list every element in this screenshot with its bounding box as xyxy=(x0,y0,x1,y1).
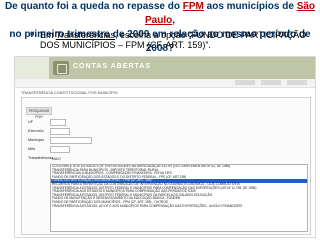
question-line-1: De quanto foi a queda no repasse do FPM … xyxy=(0,0,320,28)
banner-left-block xyxy=(15,57,49,79)
search-panel: PESQUISAR POR UF SP Exercício 2009 Munic… xyxy=(21,97,311,235)
municipio-label: Município xyxy=(28,138,45,142)
transferencias-link[interactable]: Transferências xyxy=(56,30,115,40)
transferencias-label: Transferências xyxy=(28,156,53,160)
list-item[interactable]: TRANSFERÊNCIA A ESTADOS, AO DF E AOS MUN… xyxy=(51,204,307,209)
instruction-item: ■ Em Transferências, escolha a opção “FU… xyxy=(30,30,314,50)
toolbar-button[interactable] xyxy=(261,80,281,85)
bullet-icon: ■ xyxy=(30,31,35,38)
instruction-text: ■ Em Transferências, escolha a opção “FU… xyxy=(30,30,314,50)
exercicio-select[interactable]: 2009 xyxy=(50,128,70,143)
contas-abertas-logo-icon xyxy=(53,61,69,75)
uf-select[interactable]: SP xyxy=(50,119,66,134)
toolbar-button[interactable] xyxy=(235,80,255,85)
mes-select[interactable]: MAIO xyxy=(50,146,70,161)
top-toolbar xyxy=(15,79,315,88)
highlight-fpm: FPM xyxy=(182,1,204,12)
embedded-screenshot: CONTAS ABERTAS TRANSFERÊNCIA CONSTITUCIO… xyxy=(14,56,316,238)
site-banner: CONTAS ABERTAS xyxy=(15,57,315,79)
brand-name: CONTAS ABERTAS xyxy=(73,63,152,70)
municipio-select[interactable] xyxy=(50,137,92,144)
instruction-pre: Em xyxy=(40,30,56,40)
instruction-list: ■ Em Transferências, escolha a opção “FU… xyxy=(30,30,314,50)
breadcrumb: TRANSFERÊNCIA CONSTITUCIONAL POR MUNICÍP… xyxy=(21,91,118,95)
transferencias-list[interactable]: COTA-PARTE DOS ESTADOS E DF EXPORTADORES… xyxy=(50,164,308,232)
uf-label: UF xyxy=(28,120,34,124)
question-text-part: , xyxy=(172,15,175,26)
question-text-part: De quanto foi a queda no repasse do xyxy=(4,1,183,12)
exercicio-label: Exercício xyxy=(28,129,44,133)
toolbar-button[interactable] xyxy=(287,80,307,85)
mes-label: Mês xyxy=(28,147,36,151)
question-text-part: aos municípios de xyxy=(203,1,297,12)
tab-pesquisar-por[interactable]: PESQUISAR POR xyxy=(26,107,52,119)
